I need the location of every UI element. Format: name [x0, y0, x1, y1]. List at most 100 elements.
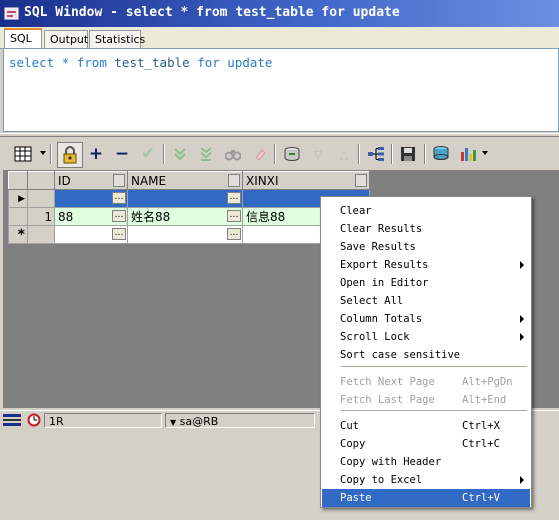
- row-number: [27, 225, 55, 244]
- menu-item-clear[interactable]: Clear: [322, 202, 530, 220]
- cell-name[interactable]: …: [127, 189, 243, 208]
- keyword-update: update: [227, 55, 273, 70]
- menu-item-save-results[interactable]: Save Results: [322, 238, 530, 256]
- menu-item-select-all[interactable]: Select All: [322, 292, 530, 310]
- result-toolbar: + − ✔ ▽ △: [3, 140, 559, 172]
- sort-desc-icon[interactable]: ▽: [306, 142, 330, 166]
- column-header-name[interactable]: NAME: [127, 171, 243, 190]
- menu-separator: [341, 366, 527, 367]
- save-icon[interactable]: [396, 142, 420, 166]
- row-indicator: [8, 207, 28, 226]
- submenu-arrow-icon: [520, 476, 524, 484]
- grid-header-row: ID NAME XINXI: [8, 171, 370, 190]
- connection-dropdown-icon: ▼: [170, 418, 177, 427]
- post-changes-icon[interactable]: ✔: [136, 142, 160, 166]
- menu-item-label: Clear Results: [340, 223, 423, 235]
- grid-corner[interactable]: [8, 171, 28, 190]
- sql-text[interactable]: select * from test_table for update: [9, 55, 272, 70]
- ellipsis-button[interactable]: …: [227, 192, 241, 204]
- connection-label: sa@RB: [179, 415, 219, 428]
- status-stripes-icon: [3, 414, 21, 426]
- menu-item-copy[interactable]: Copy Ctrl+C: [322, 435, 530, 453]
- operator-star: *: [61, 55, 70, 70]
- delete-record-icon[interactable]: −: [110, 142, 134, 166]
- tab-output[interactable]: Output: [44, 30, 88, 48]
- menu-item-sort-case-sensitive[interactable]: Sort case sensitive: [322, 346, 530, 364]
- menu-item-cut[interactable]: Cut Ctrl+X: [322, 417, 530, 435]
- keyword-for: for: [197, 55, 220, 70]
- tab-statistics[interactable]: Statistics: [89, 30, 145, 48]
- table-row[interactable]: 1 88 … 姓名88 … 信息88: [8, 207, 370, 226]
- database-icon[interactable]: [429, 142, 453, 166]
- menu-item-fetch-last-page[interactable]: Fetch Last Page Alt+End: [322, 391, 530, 409]
- menu-item-shortcut: Ctrl+C: [462, 438, 500, 450]
- cell-id[interactable]: …: [54, 189, 128, 208]
- toolbar-separator: [163, 144, 165, 164]
- ellipsis-button[interactable]: …: [112, 192, 126, 204]
- menu-item-label: Copy with Header: [340, 456, 442, 468]
- grid-options-icon[interactable]: [11, 142, 35, 166]
- chevron-down-icon[interactable]: [40, 151, 46, 155]
- tree-icon[interactable]: [364, 142, 388, 166]
- connection-status[interactable]: ▼ sa@RB: [165, 413, 315, 428]
- chevron-down-icon[interactable]: [482, 151, 488, 155]
- cell-id[interactable]: 88…: [54, 207, 128, 226]
- ellipsis-button[interactable]: …: [112, 210, 126, 222]
- row-number: [27, 189, 55, 208]
- menu-item-label: Save Results: [340, 241, 416, 253]
- menu-item-shortcut: Alt+End: [462, 394, 507, 406]
- table-row-new[interactable]: * … …: [8, 225, 370, 244]
- cell-name[interactable]: 姓名88…: [127, 207, 243, 226]
- column-header-label: NAME: [131, 173, 167, 188]
- menu-item-copy-with-header[interactable]: Copy with Header: [322, 453, 530, 471]
- result-grid[interactable]: ID NAME XINXI ▶ … … 1 88 … 姓名88 … 信息88 * ……: [8, 171, 370, 244]
- tab-bar: SQL Output Statistics: [0, 27, 559, 49]
- menu-item-export-results[interactable]: Export Results: [322, 256, 530, 274]
- menu-item-scroll-lock[interactable]: Scroll Lock: [322, 328, 530, 346]
- menu-item-copy-to-excel[interactable]: Copy to Excel: [322, 471, 530, 489]
- add-record-icon[interactable]: +: [84, 142, 108, 166]
- column-header-label: XINXI: [246, 173, 279, 188]
- menu-item-column-totals[interactable]: Column Totals: [322, 310, 530, 328]
- menu-item-label: Scroll Lock: [340, 331, 410, 343]
- ellipsis-button[interactable]: …: [227, 210, 241, 222]
- menu-item-label: Open in Editor: [340, 277, 429, 289]
- menu-item-label: Select All: [340, 295, 404, 307]
- toolbar-separator: [391, 144, 393, 164]
- keyword-from: from: [76, 55, 107, 70]
- export-icon[interactable]: [280, 142, 304, 166]
- tab-sql[interactable]: SQL: [4, 28, 42, 49]
- menu-item-paste[interactable]: Paste Ctrl+V: [322, 489, 530, 507]
- sql-editor[interactable]: select * from test_table for update: [3, 48, 559, 132]
- cell-id[interactable]: …: [54, 225, 128, 244]
- lock-icon[interactable]: [57, 142, 83, 168]
- ellipsis-button[interactable]: …: [227, 228, 241, 240]
- ellipsis-button[interactable]: …: [112, 228, 126, 240]
- timer-icon: [27, 413, 41, 427]
- column-header-label: ID: [58, 173, 71, 188]
- keyword-select: select: [9, 55, 55, 70]
- menu-item-fetch-next-page[interactable]: Fetch Next Page Alt+PgDn: [322, 373, 530, 391]
- menu-item-open-in-editor[interactable]: Open in Editor: [322, 274, 530, 292]
- menu-item-clear-results[interactable]: Clear Results: [322, 220, 530, 238]
- clear-icon[interactable]: [248, 142, 272, 166]
- submenu-arrow-icon: [520, 261, 524, 269]
- chart-icon[interactable]: [456, 142, 480, 166]
- fetch-next-icon[interactable]: [168, 142, 192, 166]
- column-menu-button[interactable]: [113, 174, 125, 187]
- column-header-id[interactable]: ID: [54, 171, 128, 190]
- cell-name[interactable]: …: [127, 225, 243, 244]
- table-row[interactable]: ▶ … …: [8, 189, 370, 208]
- menu-item-shortcut: Ctrl+X: [462, 420, 500, 432]
- menu-item-label: Sort case sensitive: [340, 349, 461, 361]
- menu-separator: [341, 410, 527, 411]
- splitter-handle[interactable]: [0, 133, 559, 137]
- fetch-last-icon[interactable]: [194, 142, 218, 166]
- column-header-xinxi[interactable]: XINXI: [242, 171, 370, 190]
- column-menu-button[interactable]: [355, 174, 367, 187]
- sort-asc-icon[interactable]: △: [332, 142, 356, 166]
- column-menu-button[interactable]: [228, 174, 240, 187]
- find-icon[interactable]: [221, 142, 245, 166]
- table-name: test_table: [114, 55, 190, 70]
- menu-item-label: Column Totals: [340, 313, 423, 325]
